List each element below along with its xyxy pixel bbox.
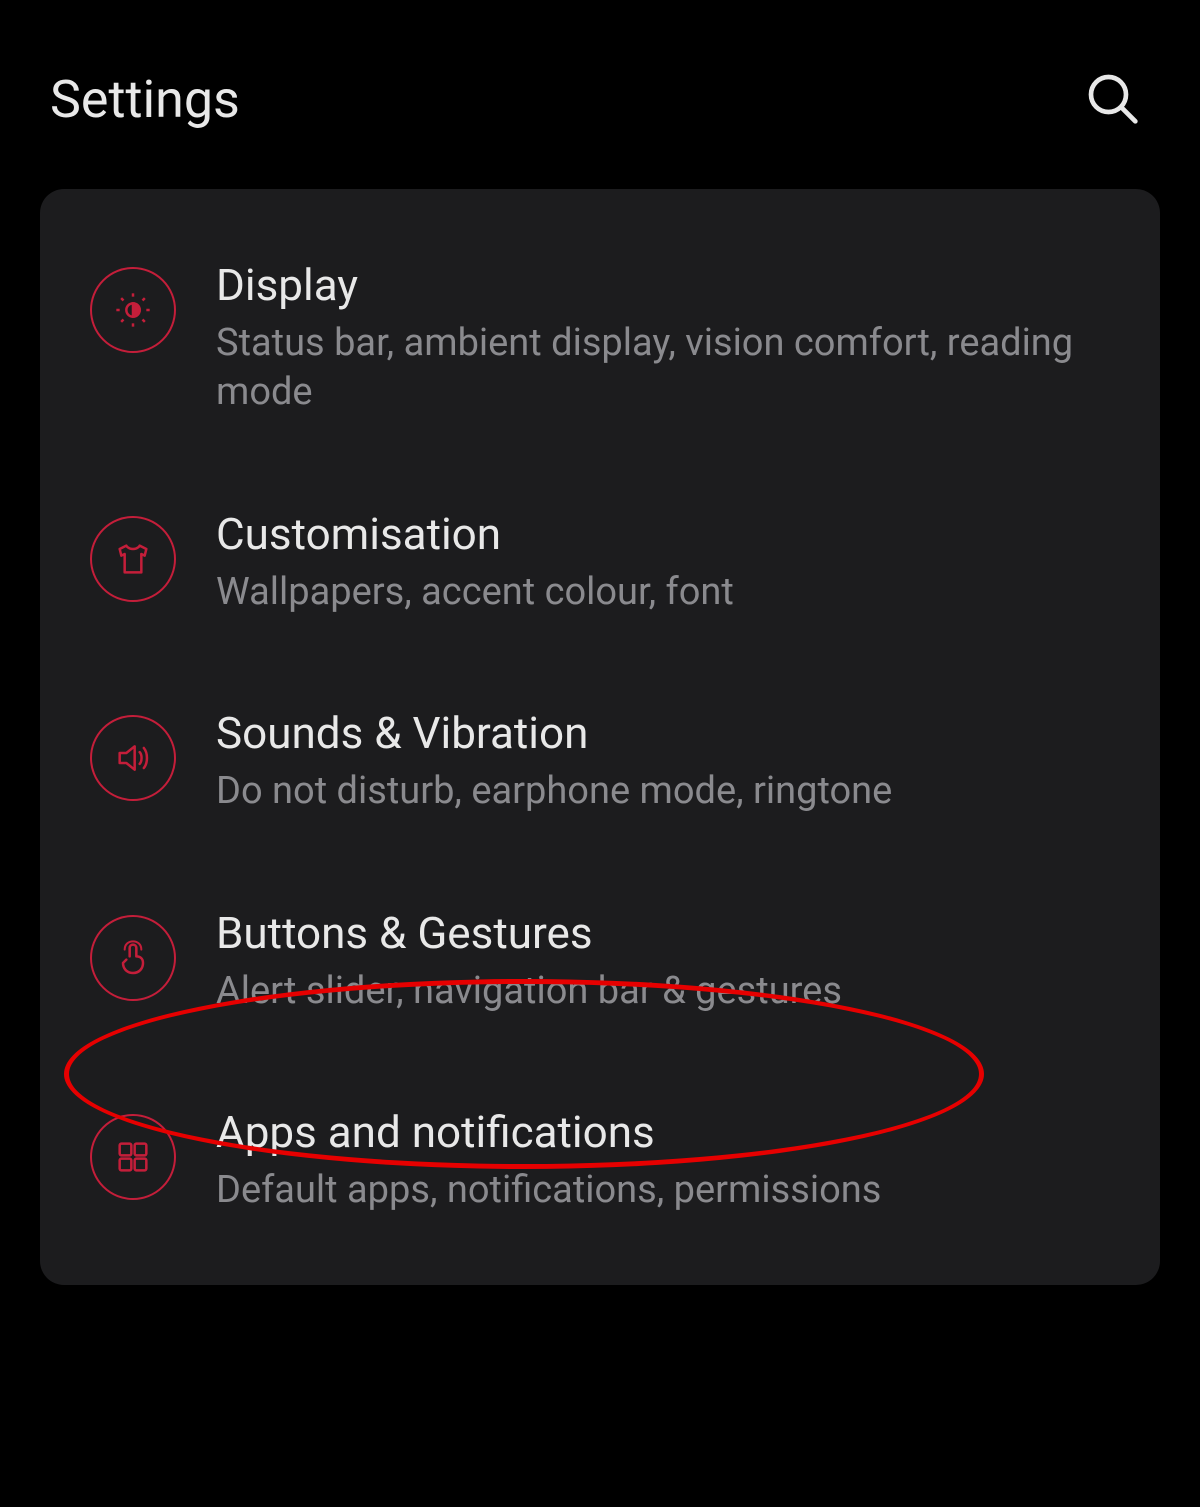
setting-title: Sounds & Vibration (216, 707, 1110, 759)
setting-text: Customisation Wallpapers, accent colour,… (216, 508, 1110, 617)
setting-title: Customisation (216, 508, 1110, 560)
page-title: Settings (50, 69, 240, 130)
apps-icon (113, 1137, 153, 1177)
settings-panel: Display Status bar, ambient display, vis… (40, 189, 1160, 1285)
header: Settings (0, 0, 1200, 189)
setting-subtitle: Wallpapers, accent colour, font (216, 568, 1110, 617)
setting-title: Apps and notifications (216, 1106, 1110, 1158)
icon-circle (90, 267, 176, 353)
setting-title: Display (216, 259, 1110, 311)
icon-circle (90, 915, 176, 1001)
setting-text: Display Status bar, ambient display, vis… (216, 259, 1110, 418)
setting-text: Apps and notifications Default apps, not… (216, 1106, 1110, 1215)
setting-item-display[interactable]: Display Status bar, ambient display, vis… (80, 239, 1120, 438)
search-button[interactable] (1074, 60, 1150, 139)
setting-text: Sounds & Vibration Do not disturb, earph… (216, 707, 1110, 816)
shirt-icon (113, 539, 153, 579)
setting-subtitle: Alert slider, navigation bar & gestures (216, 967, 1110, 1016)
touch-icon (113, 938, 153, 978)
icon-circle (90, 516, 176, 602)
setting-text: Buttons & Gestures Alert slider, navigat… (216, 907, 1110, 1016)
setting-subtitle: Status bar, ambient display, vision comf… (216, 319, 1110, 418)
setting-item-sounds[interactable]: Sounds & Vibration Do not disturb, earph… (80, 687, 1120, 836)
setting-subtitle: Default apps, notifications, permissions (216, 1166, 1110, 1215)
setting-item-buttons[interactable]: Buttons & Gestures Alert slider, navigat… (80, 887, 1120, 1036)
icon-circle (90, 1114, 176, 1200)
setting-subtitle: Do not disturb, earphone mode, ringtone (216, 767, 1110, 816)
icon-circle (90, 715, 176, 801)
setting-item-customisation[interactable]: Customisation Wallpapers, accent colour,… (80, 488, 1120, 637)
setting-title: Buttons & Gestures (216, 907, 1110, 959)
setting-item-apps[interactable]: Apps and notifications Default apps, not… (80, 1086, 1120, 1235)
speaker-icon (113, 738, 153, 778)
brightness-icon (113, 290, 153, 330)
search-icon (1084, 70, 1140, 126)
